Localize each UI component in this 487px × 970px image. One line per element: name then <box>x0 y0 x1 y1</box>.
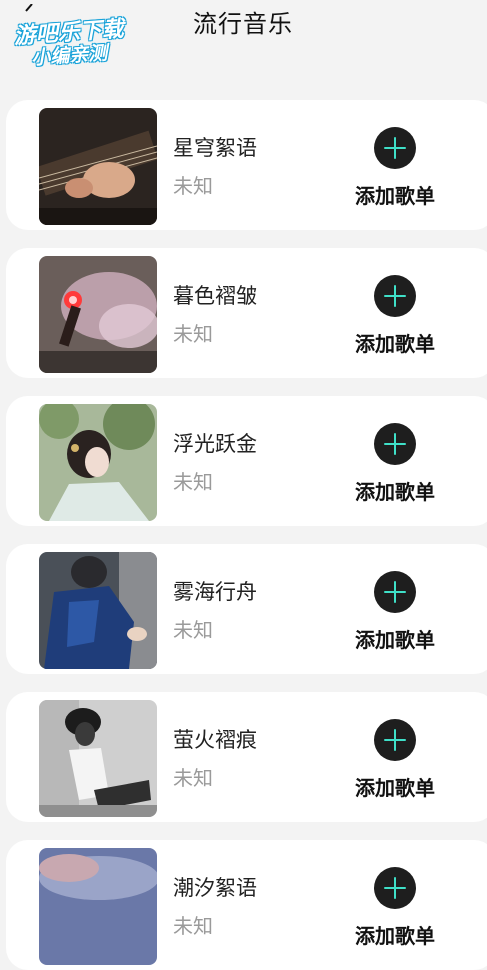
add-to-playlist-icon[interactable] <box>374 719 416 761</box>
add-to-playlist-icon[interactable] <box>374 423 416 465</box>
cover-image <box>39 256 157 373</box>
song-artist: 未知 <box>173 322 213 346</box>
song-title: 雾海行舟 <box>173 580 257 604</box>
add-to-playlist-label[interactable]: 添加歌单 <box>355 476 435 505</box>
song-artist: 未知 <box>173 470 213 494</box>
song-title: 浮光跃金 <box>173 432 257 456</box>
cover-image <box>39 404 157 521</box>
add-to-playlist-label[interactable]: 添加歌单 <box>355 328 435 357</box>
song-card[interactable]: 雾海行舟 未知 添加歌单 <box>6 544 487 674</box>
song-title: 萤火褶痕 <box>173 728 257 752</box>
add-to-playlist-icon[interactable] <box>374 127 416 169</box>
add-to-playlist-icon[interactable] <box>374 867 416 909</box>
song-title: 潮汐絮语 <box>173 876 257 900</box>
cover-image <box>39 552 157 669</box>
add-to-playlist-icon[interactable] <box>374 571 416 613</box>
add-to-playlist-label[interactable]: 添加歌单 <box>355 180 435 209</box>
song-card[interactable]: 浮光跃金 未知 添加歌单 <box>6 396 487 526</box>
song-title: 暮色褶皱 <box>173 284 257 308</box>
cover-image <box>39 848 157 965</box>
watermark-line2: 小编亲测 <box>30 42 108 70</box>
add-to-playlist-icon[interactable] <box>374 275 416 317</box>
back-arrow-icon[interactable] <box>22 4 36 18</box>
song-card[interactable]: 暮色褶皱 未知 添加歌单 <box>6 248 487 378</box>
add-to-playlist-label[interactable]: 添加歌单 <box>355 772 435 801</box>
song-artist: 未知 <box>173 914 213 938</box>
song-card[interactable]: 萤火褶痕 未知 添加歌单 <box>6 692 487 822</box>
song-card[interactable]: 潮汐絮语 未知 添加歌单 <box>6 840 487 970</box>
add-to-playlist-label[interactable]: 添加歌单 <box>355 920 435 949</box>
page-title: 流行音乐 <box>193 10 293 38</box>
song-card[interactable]: 星穹絮语 未知 添加歌单 <box>6 100 487 230</box>
song-artist: 未知 <box>173 174 213 198</box>
cover-image <box>39 108 157 225</box>
song-title: 星穹絮语 <box>173 136 257 160</box>
cover-image <box>39 700 157 817</box>
song-artist: 未知 <box>173 766 213 790</box>
song-artist: 未知 <box>173 618 213 642</box>
add-to-playlist-label[interactable]: 添加歌单 <box>355 624 435 653</box>
